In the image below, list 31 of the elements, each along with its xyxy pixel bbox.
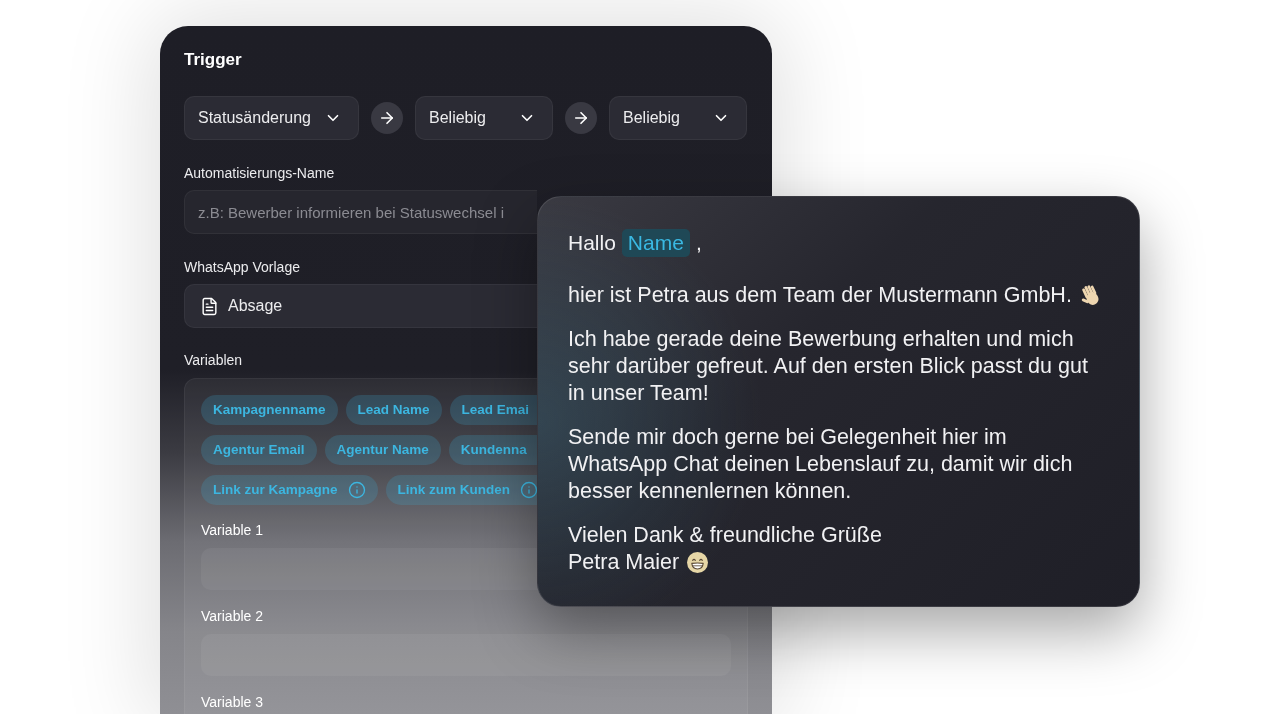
field-label: Variable 1 — [201, 521, 263, 540]
field-label: Automatisierungs-Name — [184, 164, 335, 183]
template-select[interactable]: Absage — [184, 284, 537, 328]
greeting-comma: , — [695, 230, 702, 256]
status-dropdown[interactable]: Beliebig — [415, 96, 553, 140]
message-text: hier ist Petra aus dem Team der Mustermann GmbH. — [568, 281, 1072, 309]
variable-tag[interactable]: Lead Emai — [449, 395, 538, 425]
status-dropdown[interactable]: Statusänderung — [184, 96, 359, 140]
message-text: Petra Maier — [568, 548, 680, 576]
document-icon — [200, 296, 219, 316]
field-label: WhatsApp Vorlage — [184, 258, 300, 277]
field-label: Variable 2 — [201, 607, 263, 626]
panel-title: Trigger — [184, 49, 242, 71]
field-label: Variablen — [184, 351, 243, 370]
message-text: Ich habe gerade deine Bewerbung erhalten und mich sehr darüber gefreut. Auf den ersten Blick passt du gut in unser Team! — [568, 325, 1089, 407]
status-dropdown[interactable]: Beliebig — [609, 96, 747, 140]
automation-name-input[interactable]: z.B: Bewerber informieren bei Statuswechsel i — [184, 190, 537, 234]
variable-tag[interactable]: Kundenna — [448, 435, 538, 465]
greeting-text: Hallo — [568, 230, 616, 256]
variable-tag[interactable]: Agentur Name — [324, 435, 441, 465]
message-text: Sende mir doch gerne bei Gelegenheit hier im WhatsApp Chat deinen Lebenslauf zu, damit wir dich besser kennenlernen können. — [568, 423, 1074, 505]
message-text: Vielen Dank & freundliche Grüße — [568, 521, 882, 549]
arrow-right-icon — [565, 102, 597, 134]
variable-tag[interactable]: Link zur Kampagne — [201, 475, 378, 505]
arrow-right-icon — [371, 102, 403, 134]
field-label: Variable 3 — [201, 693, 263, 712]
variable-tag[interactable]: Agentur Email — [201, 435, 317, 465]
variable-tag[interactable]: Link zum Kunden — [385, 475, 538, 505]
variable-tag[interactable]: Lead Name — [345, 395, 442, 425]
name-variable-tag: Name — [621, 228, 690, 257]
variable-tag[interactable]: Kampagnenname — [201, 395, 338, 425]
